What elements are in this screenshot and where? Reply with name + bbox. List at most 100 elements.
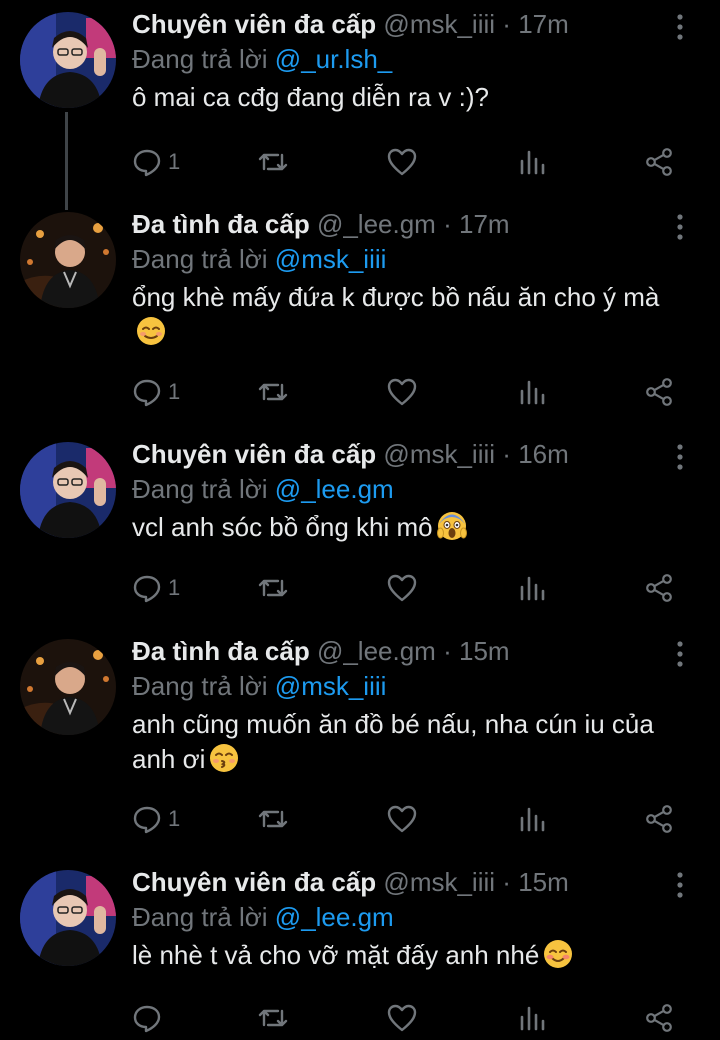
tweet-text-body: lè nhè t vả cho vỡ mặt đấy anh nhé [132, 940, 540, 970]
share-button[interactable] [644, 372, 674, 412]
like-button[interactable] [386, 799, 418, 839]
tweet-content: Chuyên viên đa cấp @msk_iiii · 15m Đang … [132, 864, 672, 973]
like-icon [386, 804, 418, 834]
share-button[interactable] [644, 799, 674, 839]
avatar[interactable] [20, 870, 116, 966]
reply-count: 1 [168, 149, 181, 174]
retweet-icon [256, 804, 290, 834]
mention-link[interactable]: @_ur.lsh_ [275, 44, 392, 74]
screaming-face-emoji [436, 511, 467, 541]
tweet-content: Chuyên viên đa cấp @msk_iiii · 16m Đang … [132, 436, 672, 545]
display-name[interactable]: Chuyên viên đa cấp [132, 9, 376, 39]
avatar[interactable] [20, 212, 116, 308]
avatar[interactable] [20, 12, 116, 108]
reply-button[interactable]: 1 [132, 372, 180, 412]
like-button[interactable] [386, 998, 418, 1038]
like-button[interactable] [386, 142, 418, 182]
tweet-header: Đa tình đa cấp @_lee.gm · 15m [132, 633, 672, 669]
username[interactable]: @msk_iiii [383, 439, 495, 469]
share-button[interactable] [644, 998, 674, 1038]
like-icon [386, 147, 418, 177]
like-button[interactable] [386, 568, 418, 608]
retweet-icon [256, 377, 290, 407]
avatar[interactable] [20, 639, 116, 735]
share-icon [644, 377, 674, 407]
retweet-button[interactable] [256, 568, 290, 608]
share-icon [644, 573, 674, 603]
mention-link[interactable]: @msk_iiii [275, 671, 387, 701]
reply-button[interactable]: 1 [132, 799, 180, 839]
views-icon [518, 377, 546, 407]
mention-link[interactable]: @_lee.gm [275, 474, 394, 504]
more-icon[interactable] [672, 212, 688, 242]
action-bar [132, 998, 692, 1038]
display-name[interactable]: Đa tình đa cấp [132, 636, 310, 666]
action-bar: 1 [132, 799, 692, 839]
tweet-content: Chuyên viên đa cấp @msk_iiii · 17m Đang … [132, 6, 672, 115]
reply-button[interactable]: 1 [132, 568, 180, 608]
more-icon[interactable] [672, 870, 688, 900]
action-bar: 1 [132, 142, 692, 182]
display-name[interactable]: Chuyên viên đa cấp [132, 439, 376, 469]
like-button[interactable] [386, 372, 418, 412]
reply-icon [132, 147, 162, 177]
timestamp[interactable]: 15m [459, 636, 510, 666]
tweet-content: Đa tình đa cấp @_lee.gm · 17m Đang trả l… [132, 206, 672, 350]
reply-icon [132, 804, 162, 834]
views-icon [518, 1003, 546, 1033]
reply-count: 1 [168, 379, 181, 404]
reply-button[interactable] [132, 998, 168, 1038]
display-name[interactable]: Chuyên viên đa cấp [132, 867, 376, 897]
share-button[interactable] [644, 142, 674, 182]
tweet-text-body: ổng khè mấy đứa k được bồ nấu ăn cho ý m… [132, 282, 660, 312]
retweet-button[interactable] [256, 998, 290, 1038]
reply-count: 1 [168, 575, 181, 600]
tweet-header: Chuyên viên đa cấp @msk_iiii · 17m [132, 6, 672, 42]
more-icon[interactable] [672, 442, 688, 472]
mention-link[interactable]: @msk_iiii [275, 244, 387, 274]
reply-button[interactable]: 1 [132, 142, 180, 182]
views-button[interactable] [518, 372, 546, 412]
views-button[interactable] [518, 998, 546, 1038]
retweet-icon [256, 1003, 290, 1033]
timestamp[interactable]: 15m [518, 867, 569, 897]
replying-to-label: Đang trả lời [132, 44, 268, 74]
views-button[interactable] [518, 568, 546, 608]
timestamp[interactable]: 17m [459, 209, 510, 239]
replying-to-label: Đang trả lời [132, 902, 268, 932]
more-icon[interactable] [672, 12, 688, 42]
replying-to: Đang trả lời @_lee.gm [132, 472, 672, 506]
thread-line [65, 112, 68, 210]
avatar[interactable] [20, 442, 116, 538]
relieved-face-emoji [136, 316, 166, 346]
more-icon[interactable] [672, 639, 688, 669]
views-icon [518, 804, 546, 834]
timestamp[interactable]: 17m [518, 9, 569, 39]
reply-icon [132, 573, 162, 603]
share-button[interactable] [644, 568, 674, 608]
username[interactable]: @msk_iiii [383, 867, 495, 897]
timestamp[interactable]: 16m [518, 439, 569, 469]
reply-count: 1 [168, 806, 181, 831]
views-button[interactable] [518, 142, 546, 182]
retweet-button[interactable] [256, 372, 290, 412]
username[interactable]: @msk_iiii [383, 9, 495, 39]
tweet-text-body: ô mai ca cđg đang diễn ra v :)? [132, 82, 489, 112]
replying-to-label: Đang trả lời [132, 244, 268, 274]
separator-dot: · [443, 636, 452, 666]
retweet-button[interactable] [256, 142, 290, 182]
views-button[interactable] [518, 799, 546, 839]
tweet-header: Chuyên viên đa cấp @msk_iiii · 16m [132, 436, 672, 472]
username[interactable]: @_lee.gm [317, 209, 436, 239]
retweet-button[interactable] [256, 799, 290, 839]
mention-link[interactable]: @_lee.gm [275, 902, 394, 932]
smiling-face-blushing-emoji [543, 939, 573, 969]
kissing-face-emoji [209, 743, 239, 773]
username[interactable]: @_lee.gm [317, 636, 436, 666]
display-name[interactable]: Đa tình đa cấp [132, 209, 310, 239]
tweet-text-body: vcl anh sóc bồ ổng khi mô [132, 512, 433, 542]
views-icon [518, 573, 546, 603]
share-icon [644, 1003, 674, 1033]
share-icon [644, 147, 674, 177]
replying-to: Đang trả lời @_ur.lsh_ [132, 42, 672, 76]
